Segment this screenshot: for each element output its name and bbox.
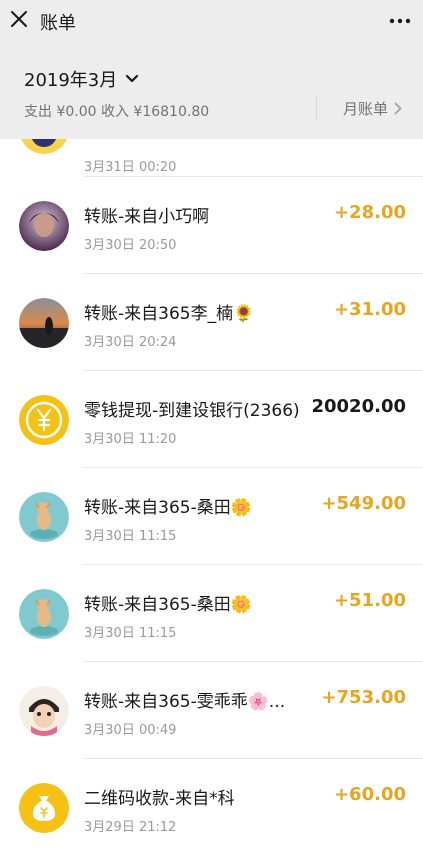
money-bag-icon — [19, 783, 69, 833]
transaction-row[interactable]: 转账-来自365-桑田🌼 +51.00 3月30日 11:15 — [0, 565, 423, 662]
transaction-amount: +51.00 — [333, 590, 406, 611]
expense-income-summary: 支出 ¥0.00 收入 ¥16810.80 — [24, 101, 209, 121]
transaction-title: 转账-来自365-桑田🌼 — [84, 595, 252, 615]
transaction-amount: 20020.00 — [311, 396, 406, 417]
monthly-bill-label: 月账单 — [343, 99, 389, 118]
bill-header: 2019年3月 支出 ¥0.00 收入 ¥16810.80 月账单 — [0, 44, 423, 139]
transaction-time: 3月30日 11:20 — [84, 432, 177, 447]
avatar — [19, 201, 69, 251]
transaction-time: 3月30日 11:15 — [84, 626, 177, 641]
transaction-row[interactable]: 转账-来自365李_楠🌻 +31.00 3月30日 20:24 — [0, 274, 423, 371]
transaction-time: 3月30日 20:50 — [84, 238, 177, 253]
transaction-row[interactable]: 转账-来自365-桑田🌼 +549.00 3月30日 11:15 — [0, 468, 423, 565]
avatar — [19, 589, 69, 639]
divider — [316, 96, 317, 120]
transaction-row[interactable]: 转账-来自365-雯乖乖🌸... +753.00 3月30日 00:49 — [0, 662, 423, 759]
more-icon[interactable] — [389, 18, 411, 24]
transaction-time: 3月30日 20:24 — [84, 335, 177, 350]
transaction-row[interactable]: 3月31日 00:20 — [0, 139, 423, 177]
avatar — [19, 492, 69, 542]
transaction-row[interactable]: 零钱提现-到建设银行(2366) 20020.00 3月30日 11:20 — [0, 371, 423, 468]
transaction-time: 3月31日 00:20 — [84, 160, 177, 175]
transaction-amount: +753.00 — [321, 687, 406, 708]
transaction-title: 转账-来自365-桑田🌼 — [84, 498, 252, 518]
page-title: 账单 — [40, 13, 76, 34]
transaction-time: 3月29日 21:12 — [84, 820, 177, 835]
transaction-amount: +60.00 — [333, 784, 406, 805]
transaction-time: 3月30日 11:15 — [84, 529, 177, 544]
transaction-title: 二维码收款-来自*科 — [84, 789, 235, 809]
avatar — [19, 139, 69, 154]
avatar — [19, 686, 69, 736]
chevron-right-icon — [394, 102, 402, 114]
yuan-coin-icon — [19, 395, 69, 445]
transaction-amount: +31.00 — [333, 299, 406, 320]
monthly-bill-link[interactable]: 月账单 — [343, 96, 402, 120]
transaction-time: 3月30日 00:49 — [84, 723, 177, 738]
chevron-down-icon — [126, 74, 139, 83]
avatar — [19, 298, 69, 348]
top-bar: 账单 — [0, 0, 423, 44]
month-picker[interactable]: 2019年3月 — [24, 66, 139, 92]
close-icon[interactable] — [8, 8, 30, 30]
transaction-row[interactable]: 转账-来自小巧啊 +28.00 3月30日 20:50 — [0, 177, 423, 274]
transaction-title: 转账-来自小巧啊 — [84, 207, 210, 227]
transaction-title: 零钱提现-到建设银行(2366) — [84, 401, 300, 421]
transaction-title: 转账-来自365-雯乖乖🌸... — [84, 692, 286, 712]
transaction-list: 3月31日 00:20 转账-来自小巧啊 +28.00 3月30日 20:50 — [0, 139, 423, 849]
transaction-title: 转账-来自365李_楠🌻 — [84, 304, 255, 324]
transaction-amount: +28.00 — [333, 202, 406, 223]
transaction-row[interactable]: 二维码收款-来自*科 +60.00 3月29日 21:12 — [0, 759, 423, 849]
month-label: 2019年3月 — [24, 70, 118, 91]
summary-text: 支出 ¥0.00 收入 ¥16810.80 — [24, 104, 210, 120]
transaction-amount: +549.00 — [321, 493, 406, 514]
